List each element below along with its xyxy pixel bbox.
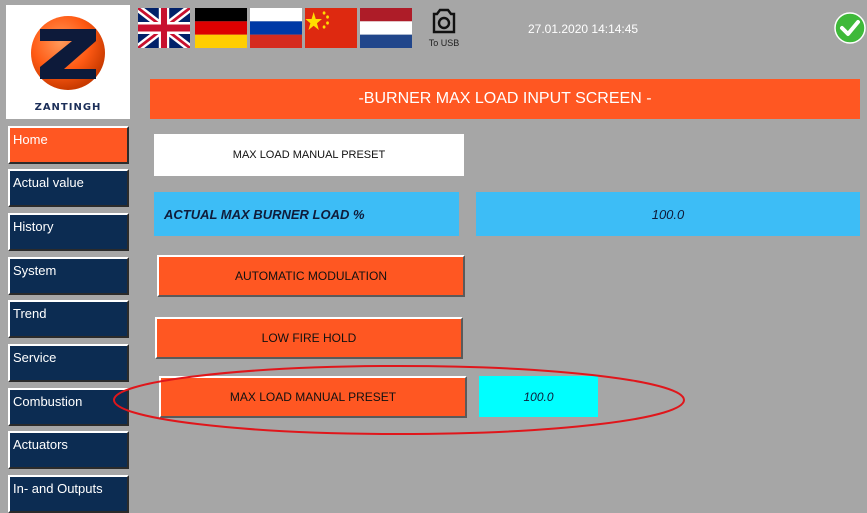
zantingh-logo-icon xyxy=(31,16,105,90)
actual-load-label: ACTUAL MAX BURNER LOAD % xyxy=(154,192,459,236)
sidebar-item-label: Service xyxy=(13,350,57,365)
sidebar-item-trend[interactable]: Trend xyxy=(8,300,129,338)
low-fire-hold-button[interactable]: LOW FIRE HOLD xyxy=(155,317,463,359)
sidebar-item-label: Actuators xyxy=(13,437,68,452)
sidebar-item-service[interactable]: Service xyxy=(8,344,129,382)
annotation-ellipse xyxy=(113,365,685,435)
sidebar-item-label: In- and Outputs xyxy=(13,481,103,496)
sidebar-item-label: System xyxy=(13,263,57,278)
sidebar-item-label: Trend xyxy=(13,306,47,321)
dutch-flag-icon[interactable] xyxy=(360,8,412,48)
status-ok-icon xyxy=(834,12,866,44)
usb-label: To USB xyxy=(428,38,460,48)
sidebar-item-label: History xyxy=(13,219,54,234)
brand-logo: ZANTINGH xyxy=(6,5,130,119)
camera-icon xyxy=(432,8,456,34)
export-to-usb-button[interactable]: To USB xyxy=(424,8,464,52)
sidebar-item-label: Home xyxy=(13,132,48,147)
mode-indicator: MAX LOAD MANUAL PRESET xyxy=(154,134,464,176)
russian-flag-icon[interactable] xyxy=(250,8,302,48)
sidebar-item-combustion[interactable]: Combustion xyxy=(8,388,129,426)
brand-name: ZANTINGH xyxy=(34,102,102,113)
datetime-display: 27.01.2020 14:14:45 xyxy=(528,22,639,36)
sidebar-item-home[interactable]: Home xyxy=(8,126,129,164)
sidebar-item-label: Actual value xyxy=(13,175,84,190)
sidebar-item-actuators[interactable]: Actuators xyxy=(8,431,129,469)
screen-title: -BURNER MAX LOAD INPUT SCREEN - xyxy=(150,79,860,119)
automatic-modulation-button[interactable]: AUTOMATIC MODULATION xyxy=(157,255,465,297)
english-flag-icon[interactable] xyxy=(138,8,190,48)
sidebar-item-actual-value[interactable]: Actual value xyxy=(8,169,129,207)
chinese-flag-icon[interactable] xyxy=(305,8,357,48)
sidebar-item-system[interactable]: System xyxy=(8,257,129,295)
german-flag-icon[interactable] xyxy=(195,8,247,48)
actual-load-value: 100.0 xyxy=(476,192,860,236)
sidebar-item-history[interactable]: History xyxy=(8,213,129,251)
sidebar-item-in-and-outputs[interactable]: In- and Outputs xyxy=(8,475,129,513)
sidebar-item-label: Combustion xyxy=(13,394,83,409)
